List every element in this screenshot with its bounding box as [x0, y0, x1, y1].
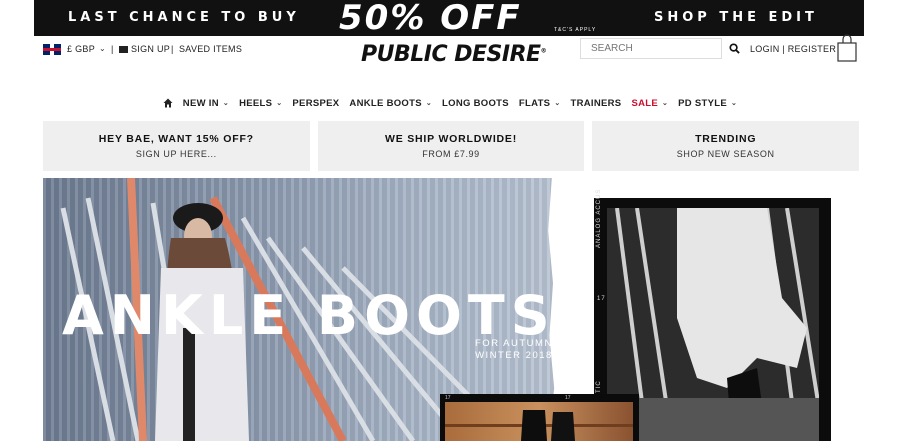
- logo-text: PUBLIC DESIRE: [361, 42, 541, 67]
- home-icon: [163, 98, 173, 108]
- login-register-link[interactable]: LOGIN | REGISTER: [750, 44, 836, 54]
- search-icon[interactable]: [729, 43, 740, 54]
- nav-label: HEELS: [239, 97, 273, 109]
- nav-label: ANKLE BOOTS: [349, 97, 422, 109]
- nav-pd-style[interactable]: PD STYLE ⌄: [673, 96, 742, 110]
- hero-subtitle-line: FOR AUTUMN: [475, 338, 553, 349]
- nav-label: PERSPEX: [292, 97, 340, 109]
- promo-banner[interactable]: LAST CHANCE TO BUY 50% OFF T&C'S APPLY S…: [34, 0, 864, 36]
- uk-flag-icon: [43, 44, 61, 55]
- chevron-down-icon: ⌄: [731, 100, 738, 107]
- promo-box-subtitle: SIGN UP HERE...: [135, 149, 217, 159]
- nav-heels[interactable]: HEELS ⌄: [234, 96, 287, 110]
- bottom-promo-image[interactable]: 17 17: [440, 394, 639, 441]
- nav-flats[interactable]: FLATS ⌄: [514, 96, 566, 110]
- hero-subtitle-line: WINTER 2018: [475, 350, 553, 361]
- chevron-down-icon: ⌄: [425, 100, 433, 107]
- nav-trainers[interactable]: TRAINERS: [565, 96, 626, 110]
- sign-up-link[interactable]: SIGN UP: [119, 44, 170, 54]
- promo-box-title: TRENDING: [695, 133, 757, 145]
- nav-label: PD STYLE: [678, 97, 728, 109]
- nav-label: TRAINERS: [570, 97, 622, 109]
- promo-box-shipping[interactable]: WE SHIP WORLDWIDE! FROM £7.99: [317, 121, 585, 171]
- chevron-down-icon: ⌄: [662, 100, 669, 107]
- main-navigation: NEW IN ⌄ HEELS ⌄ PERSPEX ANKLE BOOTS ⌄ LONG…: [0, 96, 900, 110]
- chevron-down-icon[interactable]: ⌄: [99, 44, 106, 53]
- site-logo[interactable]: PUBLIC DESIRE®: [361, 42, 547, 67]
- nav-label: LONG BOOTS: [442, 97, 509, 109]
- film-edge-number: 17: [565, 395, 571, 401]
- promo-boxes: HEY BAE, WANT 15% OFF? SIGN UP HERE... W…: [43, 121, 860, 171]
- currency-selector[interactable]: £ GBP: [67, 44, 95, 54]
- nav-new-in[interactable]: NEW IN ⌄: [178, 96, 234, 110]
- promo-discount-text: 50% OFF: [339, 0, 522, 36]
- nav-home[interactable]: [158, 96, 178, 110]
- film-edge-text: ANALOG ACCUS: [596, 188, 602, 248]
- promo-shop-link[interactable]: SHOP THE EDIT: [654, 10, 818, 25]
- nav-label: NEW IN: [182, 97, 219, 109]
- shopping-bag-icon[interactable]: [836, 34, 858, 62]
- promo-box-subtitle: SHOP NEW SEASON: [676, 149, 775, 159]
- divider: |: [111, 44, 114, 54]
- site-header: £ GBP ⌄ | SIGN UP | SAVED ITEMS PUBLIC D…: [0, 34, 900, 88]
- promo-left-text: LAST CHANCE TO BUY: [68, 10, 300, 25]
- film-edge-number: 17: [597, 296, 606, 302]
- nav-label: FLATS: [518, 97, 551, 109]
- search-input[interactable]: [580, 38, 722, 59]
- torn-edge: [34, 32, 864, 36]
- promo-box-title: HEY BAE, WANT 15% OFF?: [98, 133, 254, 145]
- saved-items-link[interactable]: SAVED ITEMS: [179, 44, 242, 54]
- nav-long-boots[interactable]: LONG BOOTS: [437, 96, 514, 110]
- nav-ankle-boots[interactable]: ANKLE BOOTS ⌄: [344, 96, 437, 110]
- bottom-photo: [445, 402, 633, 441]
- hero-subtitle: FOR AUTUMN WINTER 2018: [475, 338, 553, 362]
- nav-sale[interactable]: SALE ⌄: [626, 96, 673, 110]
- nav-label: SALE: [631, 97, 658, 109]
- nav-perspex[interactable]: PERSPEX: [287, 96, 344, 110]
- divider: |: [171, 44, 174, 54]
- promo-box-title: WE SHIP WORLDWIDE!: [384, 133, 518, 145]
- promo-box-subtitle: FROM £7.99: [422, 149, 480, 159]
- envelope-icon: [119, 45, 128, 53]
- sign-up-label: SIGN UP: [131, 44, 171, 54]
- chevron-down-icon: ⌄: [276, 100, 283, 107]
- chevron-down-icon: ⌄: [554, 100, 561, 107]
- bottom-photo-illustration: [445, 410, 633, 441]
- promo-box-trending[interactable]: TRENDING SHOP NEW SEASON: [592, 121, 860, 171]
- logo-registered-mark: ®: [540, 47, 547, 55]
- promo-box-signup[interactable]: HEY BAE, WANT 15% OFF? SIGN UP HERE...: [43, 121, 310, 171]
- chevron-down-icon: ⌄: [222, 100, 230, 107]
- film-edge-number: 17: [445, 395, 451, 401]
